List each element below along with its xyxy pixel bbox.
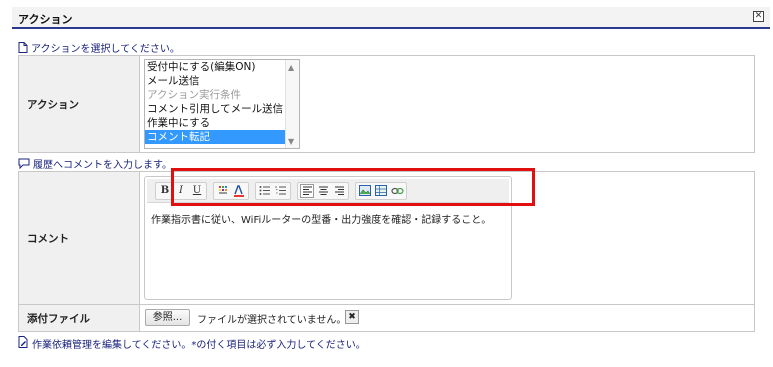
- browse-button[interactable]: 参照...: [145, 309, 190, 326]
- comment-text[interactable]: 作業指示書に従い、WiFiルーターの型番・出力強度を確認・記録すること。: [151, 211, 491, 226]
- listbox-scrollbar[interactable]: ▲ ▼: [285, 60, 299, 148]
- action-option-selected[interactable]: コメント転記: [145, 130, 286, 144]
- action-option[interactable]: 作業中にする: [145, 116, 286, 130]
- action-instruction: アクションを選択してください。: [18, 40, 180, 55]
- action-table: アクション 受付中にする(編集ON) メール送信 アクション実行条件 コメント引…: [18, 55, 755, 153]
- scroll-down-icon[interactable]: ▼: [288, 137, 294, 146]
- action-option[interactable]: メール送信: [145, 74, 286, 88]
- action-instruction-text: アクションを選択してください。: [31, 44, 180, 55]
- action-cell: 受付中にする(編集ON) メール送信 アクション実行条件 コメント引用してメール…: [139, 55, 755, 153]
- bold-button[interactable]: B: [158, 184, 172, 198]
- attachment-label: 添付ファイル: [18, 304, 140, 332]
- toolbar-highlight-box: [171, 168, 535, 206]
- action-option[interactable]: 受付中にする(編集ON): [145, 60, 286, 74]
- document-icon: [18, 42, 28, 53]
- comment-instruction-text: 履歴へコメントを入力します。: [33, 160, 172, 171]
- footer-note-text: 作業依頼管理を編集してください。*の付く項目は必ず入力してください。: [32, 340, 366, 351]
- action-listbox[interactable]: 受付中にする(編集ON) メール送信 アクション実行条件 コメント引用してメール…: [144, 59, 300, 149]
- close-icon[interactable]: ✕: [753, 11, 764, 22]
- dialog-titlebar: アクション ✕: [12, 7, 770, 29]
- scroll-up-icon[interactable]: ▲: [288, 63, 294, 72]
- speech-bubble-icon: [18, 158, 30, 169]
- action-option: アクション実行条件: [147, 89, 241, 101]
- comment-label: コメント: [18, 171, 140, 305]
- file-status-text: ファイルが選択されていません。: [197, 315, 347, 326]
- action-option[interactable]: コメント引用してメール送信: [145, 102, 286, 116]
- footer-note: 作業依頼管理を編集してください。*の付く項目は必ず入力してください。: [18, 336, 366, 351]
- comment-instruction: 履歴へコメントを入力します。: [18, 156, 172, 171]
- clear-file-icon[interactable]: ✖: [345, 310, 359, 324]
- edit-document-icon: [18, 336, 29, 351]
- dialog-title: アクション: [18, 13, 73, 26]
- action-label: アクション: [18, 55, 140, 153]
- attachment-cell: 参照... ファイルが選択されていません。 ✖: [139, 304, 755, 332]
